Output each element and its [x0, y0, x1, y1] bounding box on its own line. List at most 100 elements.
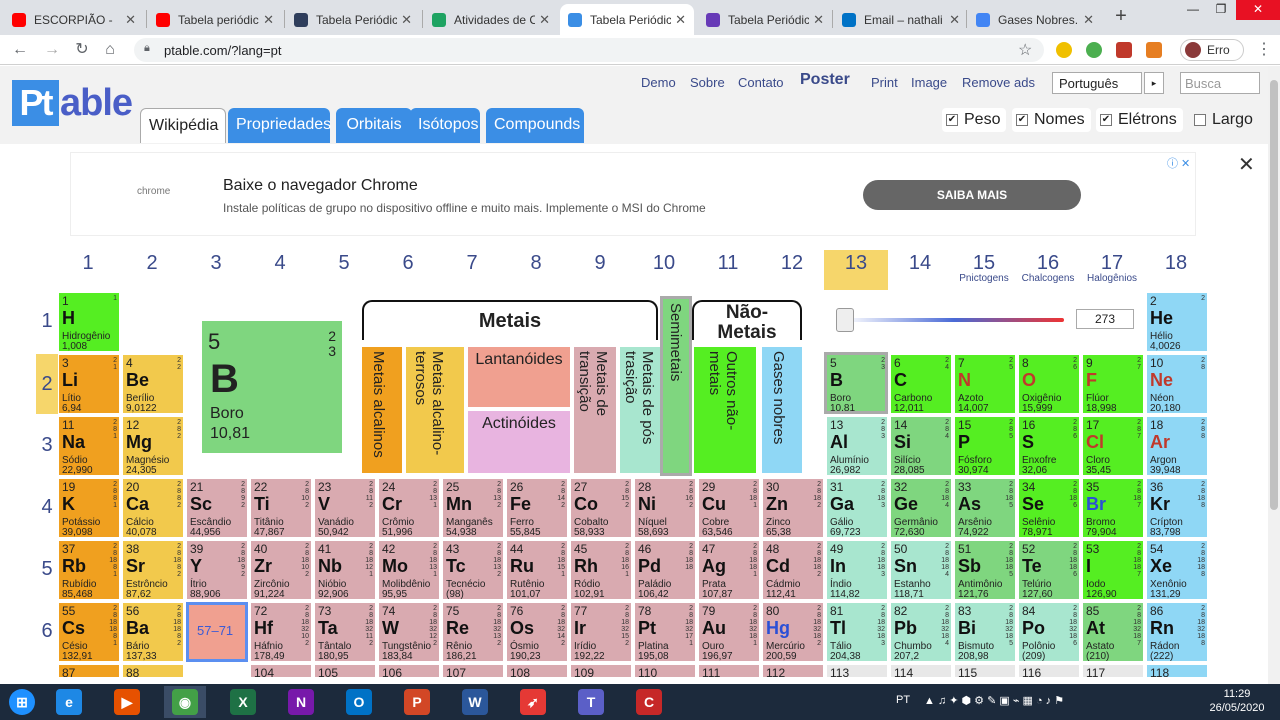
element-sn[interactable]: 50 Sn Estanho 118,71 2 8 18 18 4 — [890, 540, 952, 600]
ad-button[interactable]: SAIBA MAIS — [863, 180, 1081, 210]
element-c[interactable]: 6 C Carbono 12,011 2 4 — [890, 354, 952, 414]
link-sobre[interactable]: Sobre — [690, 75, 725, 90]
temperature-slider[interactable]: 273 — [836, 307, 1136, 333]
checkbox[interactable]: ✔ — [1016, 114, 1028, 126]
group-header-10[interactable]: 10 — [632, 250, 696, 290]
element-in[interactable]: 49 In Índio 114,82 2 8 18 18 3 — [826, 540, 888, 600]
extension-grammarly-icon[interactable] — [1086, 42, 1102, 58]
tab-compounds[interactable]: Compounds — [486, 108, 584, 143]
period-label-2[interactable]: 2 — [36, 354, 58, 414]
element-104[interactable]: 104 — [250, 664, 312, 678]
element-co[interactable]: 27 Co Cobalto 58,933 2 8 15 2 — [570, 478, 632, 538]
group-header-16[interactable]: 16 Chalcogens — [1016, 250, 1080, 290]
group-header-14[interactable]: 14 — [888, 250, 952, 290]
tab-orbitais[interactable]: Orbitais — [336, 108, 412, 143]
profile-error-button[interactable]: Erro — [1180, 39, 1244, 61]
element-cs[interactable]: 55 Cs Césio 132,91 2 8 18 18 8 1 — [58, 602, 120, 662]
category-alkaline-earth[interactable]: Metais alcalino-terrosos — [406, 347, 464, 473]
element-br[interactable]: 35 Br Bromo 79,904 2 8 18 7 — [1082, 478, 1144, 538]
group-header-3[interactable]: 3 — [184, 250, 248, 290]
category-lanthanides[interactable]: Lantanóides — [468, 347, 570, 407]
element-117[interactable]: 117 — [1082, 664, 1144, 678]
element-114[interactable]: 114 — [890, 664, 952, 678]
group-header-5[interactable]: 5 — [312, 250, 376, 290]
scrollbar-thumb[interactable] — [1270, 80, 1278, 510]
element-at[interactable]: 85 At Astato (210) 2 8 18 32 18 7 — [1082, 602, 1144, 662]
checkbox[interactable] — [1194, 114, 1206, 126]
element-115[interactable]: 115 — [954, 664, 1016, 678]
element-y[interactable]: 39 Y Ítrio 88,906 2 8 18 9 2 — [186, 540, 248, 600]
close-icon[interactable]: ✕ — [1238, 152, 1255, 177]
element-105[interactable]: 105 — [314, 664, 376, 678]
taskbar-ie[interactable]: e — [48, 686, 90, 718]
element-rb[interactable]: 37 Rb Rubídio 85,468 2 8 18 8 1 — [58, 540, 120, 600]
group-header-12[interactable]: 12 — [760, 250, 824, 290]
new-tab-button[interactable]: + — [1110, 6, 1132, 28]
close-tab-icon[interactable]: ✕ — [401, 12, 412, 28]
category-noble-gases[interactable]: Gases nobres — [762, 347, 802, 473]
extension-icon[interactable] — [1056, 42, 1072, 58]
input-language[interactable]: PT — [896, 694, 910, 706]
element-w[interactable]: 74 W Tungstênio 183,84 2 8 18 32 12 2 — [378, 602, 440, 662]
close-tab-icon[interactable]: ✕ — [675, 12, 686, 28]
browser-tab[interactable]: Tabela Periódic ✕ — [698, 4, 832, 35]
close-tab-icon[interactable]: ✕ — [539, 12, 550, 28]
close-window-button[interactable]: ✕ — [1236, 0, 1280, 20]
tab-wikipédia[interactable]: Wikipédia — [140, 108, 226, 143]
close-tab-icon[interactable]: ✕ — [263, 12, 274, 28]
element-cu[interactable]: 29 Cu Cobre 63,546 2 8 18 1 — [698, 478, 760, 538]
element-rn[interactable]: 86 Rn Rádon (222) 2 8 18 32 18 8 — [1146, 602, 1208, 662]
browser-tab[interactable]: ESCORPIÃO - ✕ — [4, 4, 144, 35]
element-xe[interactable]: 54 Xe Xenônio 131,29 2 8 18 18 8 — [1146, 540, 1208, 600]
category-other-nonmetals[interactable]: Outros não-metais — [694, 347, 756, 473]
element-pb[interactable]: 82 Pb Chumbo 207,2 2 8 18 32 18 4 — [890, 602, 952, 662]
element-118[interactable]: 118 — [1146, 664, 1208, 678]
group-header-8[interactable]: 8 — [504, 250, 568, 290]
taskbar-chrome[interactable]: ◉ — [164, 686, 206, 718]
element-au[interactable]: 79 Au Ouro 196,97 2 8 18 32 18 1 — [698, 602, 760, 662]
link-contato[interactable]: Contato — [738, 75, 784, 90]
element-106[interactable]: 106 — [378, 664, 440, 678]
element-tl[interactable]: 81 Tl Tálio 204,38 2 8 18 32 18 3 — [826, 602, 888, 662]
element-si[interactable]: 14 Si Silício 28,085 2 8 4 — [890, 416, 952, 476]
checkbox[interactable]: ✔ — [1100, 114, 1112, 126]
element-zn[interactable]: 30 Zn Zinco 65,38 2 8 18 2 — [762, 478, 824, 538]
element-cd[interactable]: 48 Cd Cádmio 112,41 2 8 18 18 2 — [762, 540, 824, 600]
element-os[interactable]: 76 Os Ósmio 190,23 2 8 18 32 14 2 — [506, 602, 568, 662]
ad-banner[interactable]: chrome Baixe o navegador Chrome Instale … — [70, 152, 1196, 236]
reload-icon[interactable]: ↻ — [72, 40, 92, 60]
bookmark-star-icon[interactable]: ☆ — [1018, 40, 1032, 60]
close-tab-icon[interactable]: ✕ — [949, 12, 960, 28]
element-re[interactable]: 75 Re Rênio 186,21 2 8 18 32 13 2 — [442, 602, 504, 662]
element-88[interactable]: 88 — [122, 664, 184, 678]
forward-icon[interactable]: → — [42, 40, 62, 60]
browser-tab[interactable]: Gases Nobres. ✕ — [968, 4, 1102, 35]
element-s[interactable]: 16 S Enxofre 32,06 2 8 6 — [1018, 416, 1080, 476]
element-rh[interactable]: 45 Rh Ródio 102,91 2 8 18 16 1 — [570, 540, 632, 600]
period-label-4[interactable]: 4 — [36, 496, 58, 522]
link-poster[interactable]: Poster — [800, 71, 850, 89]
group-header-4[interactable]: 4 — [248, 250, 312, 290]
option-elétrons[interactable]: ✔ Elétrons — [1096, 108, 1183, 132]
link-demo[interactable]: Demo — [641, 75, 676, 90]
group-header-6[interactable]: 6 — [376, 250, 440, 290]
element-h[interactable]: 1 H Hidrogênio 1,008 1 — [58, 292, 120, 352]
clock[interactable]: 11:29 26/05/2020 — [1200, 687, 1274, 715]
element-ni[interactable]: 28 Ni Níquel 58,693 2 8 16 2 — [634, 478, 696, 538]
taskbar-teams[interactable]: T — [570, 686, 612, 718]
element-87[interactable]: 87 — [58, 664, 120, 678]
menu-icon[interactable]: ⋮ — [1254, 40, 1274, 60]
browser-tab[interactable]: Atividades de C ✕ — [424, 4, 558, 35]
slider-track[interactable] — [844, 318, 1064, 322]
element-pd[interactable]: 46 Pd Paládio 106,42 2 8 18 18 — [634, 540, 696, 600]
category-metalloids[interactable]: Semimetais — [660, 296, 692, 476]
group-header-13[interactable]: 13 — [824, 250, 888, 290]
element-110[interactable]: 110 — [634, 664, 696, 678]
element-pt[interactable]: 78 Pt Platina 195,08 2 8 18 32 17 1 — [634, 602, 696, 662]
element-zr[interactable]: 40 Zr Zircônio 91,224 2 8 18 10 2 — [250, 540, 312, 600]
element-hf[interactable]: 72 Hf Háfnio 178,49 2 8 18 32 10 2 — [250, 602, 312, 662]
element-o[interactable]: 8 O Oxigênio 15,999 2 6 — [1018, 354, 1080, 414]
tab-isótopos[interactable]: Isótopos — [410, 108, 480, 143]
browser-tab[interactable]: Tabela Periódic ✕ — [286, 4, 420, 35]
close-tab-icon[interactable]: ✕ — [125, 12, 136, 28]
